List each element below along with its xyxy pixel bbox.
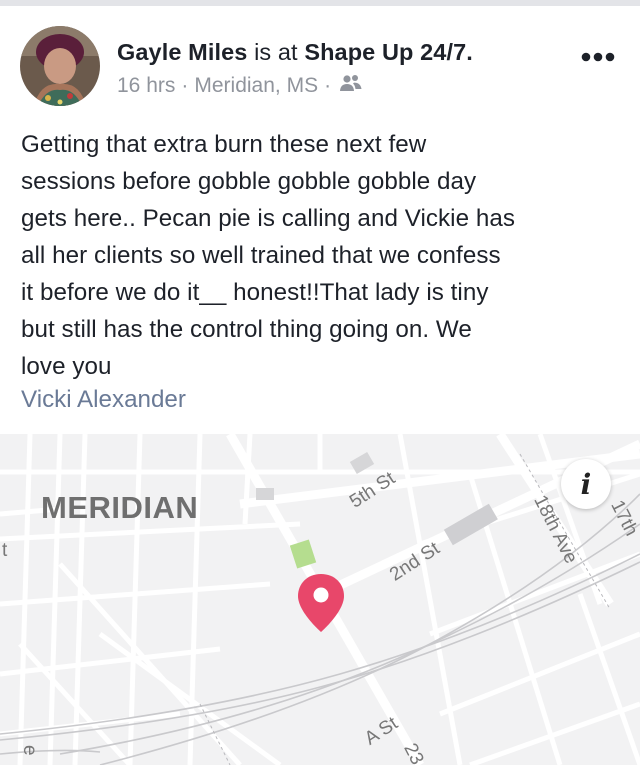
post-text-line: all her clients so well trained that we … (21, 242, 501, 269)
post-text-line: but still has the control thing going on… (21, 316, 472, 343)
post-meta: 16 hrs · Meridian, MS · (117, 74, 363, 98)
info-icon: i (580, 467, 592, 501)
post-text-line: gets here.. Pecan pie is calling and Vic… (21, 205, 516, 232)
meta-separator: · (181, 74, 189, 97)
place-name[interactable]: Shape Up 24/7. (304, 39, 473, 65)
location-pin-icon[interactable] (296, 572, 346, 634)
avatar[interactable] (20, 26, 100, 106)
post-text-line: love you (21, 353, 112, 380)
location-map[interactable] (0, 434, 640, 765)
street-label-bottom-left: e (19, 745, 40, 756)
post-text-line: sessions before gobble gobble gobble day (21, 168, 477, 195)
more-dots-icon (581, 52, 615, 62)
post-header: Gayle Miles is at Shape Up 24/7. 16 hrs … (0, 6, 640, 118)
tagged-friend-link[interactable]: Vicki Alexander (21, 381, 186, 418)
post-title: Gayle Miles is at Shape Up 24/7. (117, 39, 473, 66)
more-options-button[interactable] (576, 42, 620, 72)
is-at-text: is at (254, 39, 298, 65)
post-location[interactable]: Meridian, MS (194, 74, 318, 98)
post-text-line: Getting that extra burn these next few (21, 131, 427, 158)
map-city-label: MERIDIAN (41, 490, 199, 525)
map-info-button[interactable]: i (561, 459, 611, 509)
post-time[interactable]: 16 hrs (117, 74, 175, 98)
meta-separator: · (324, 74, 332, 97)
street-label-edge: t (2, 540, 8, 561)
author-name[interactable]: Gayle Miles (117, 39, 247, 65)
post-text-line: it before we do it__ honest!!That lady i… (21, 279, 489, 306)
post-text: Getting that extra burn these next few s… (21, 126, 621, 385)
friends-icon[interactable] (339, 74, 363, 98)
